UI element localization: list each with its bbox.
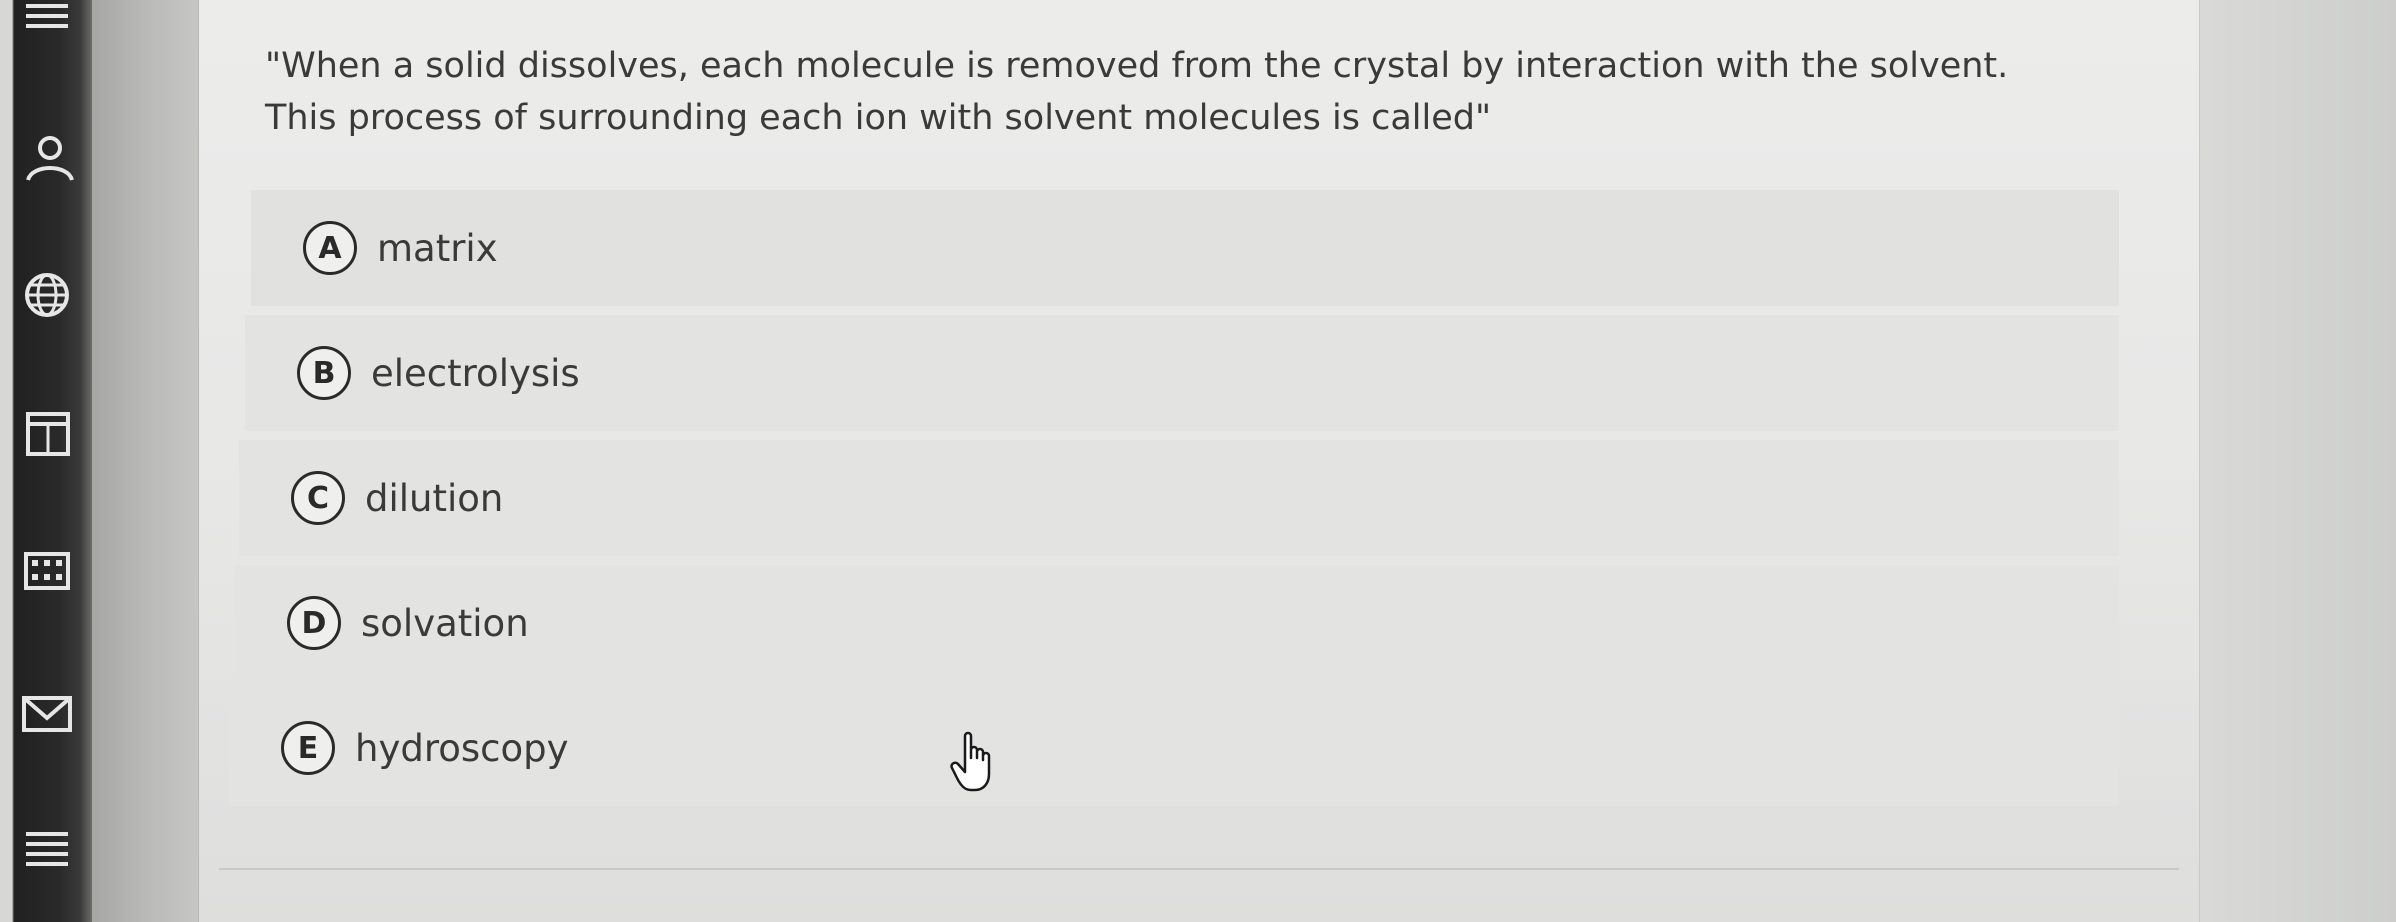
answer-options: A matrix B electrolysis C dilution D sol… — [229, 190, 2119, 815]
question-panel: "When a solid dissolves, each molecule i… — [198, 0, 2201, 922]
right-margin — [2200, 0, 2396, 922]
menu-icon[interactable] — [18, 820, 76, 878]
gutter — [92, 0, 198, 922]
app-sidebar — [0, 0, 92, 922]
option-c[interactable]: C dilution — [239, 440, 2119, 556]
option-letter: A — [303, 221, 357, 275]
option-label: solvation — [361, 601, 529, 645]
mail-icon[interactable] — [18, 684, 76, 742]
option-label: hydroscopy — [355, 726, 569, 770]
option-label: electrolysis — [371, 351, 580, 395]
user-icon[interactable] — [18, 128, 76, 186]
option-label: matrix — [377, 226, 498, 270]
option-b[interactable]: B electrolysis — [245, 315, 2119, 431]
option-e[interactable]: E hydroscopy — [229, 690, 2119, 806]
option-letter: D — [287, 596, 341, 650]
option-a[interactable]: A matrix — [251, 190, 2119, 306]
divider — [219, 868, 2179, 870]
option-label: dilution — [365, 476, 504, 520]
option-letter: B — [297, 346, 351, 400]
option-letter: E — [281, 721, 335, 775]
list-icon[interactable] — [18, 0, 76, 50]
option-letter: C — [291, 471, 345, 525]
question-text: "When a solid dissolves, each molecule i… — [265, 46, 2009, 138]
calendar-icon[interactable] — [18, 404, 76, 462]
grid-icon[interactable] — [18, 542, 76, 600]
option-d[interactable]: D solvation — [235, 565, 2119, 681]
globe-icon[interactable] — [18, 266, 76, 324]
hand-pointer-icon — [950, 731, 991, 792]
